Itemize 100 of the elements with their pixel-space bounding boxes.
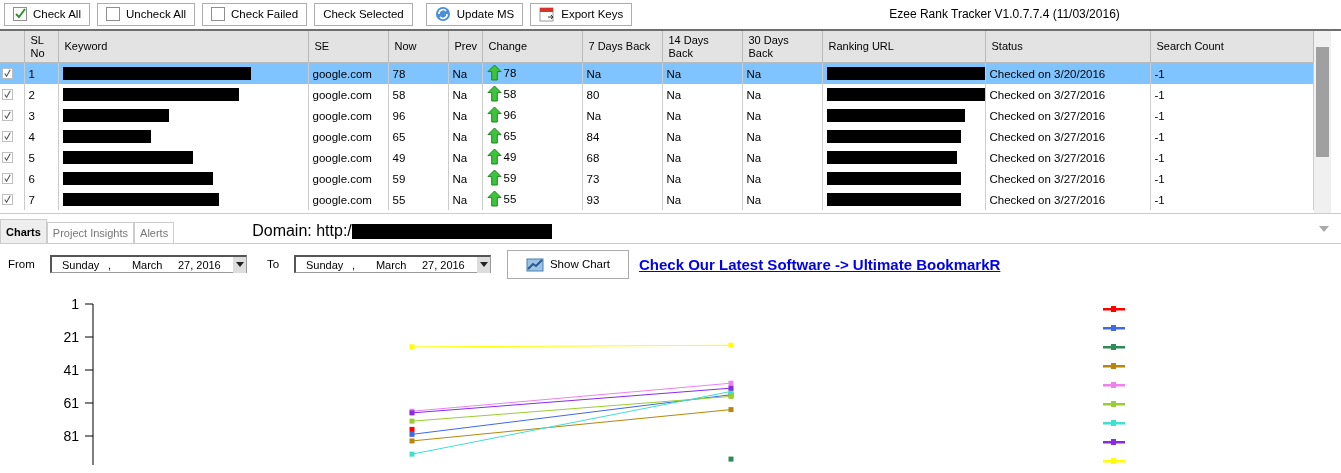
table-cell: google.com <box>312 67 372 80</box>
up-arrow-icon <box>486 64 502 81</box>
column-header[interactable]: Keyword <box>58 31 308 63</box>
table-cell: Na <box>452 67 468 80</box>
dropdown-icon <box>235 262 244 267</box>
column-header[interactable]: 7 Days Back <box>582 31 662 63</box>
checkbox[interactable] <box>2 194 13 205</box>
table-cell: Checked on 3/27/2016 <box>989 88 1106 101</box>
toolbar-button[interactable]: Update MS <box>425 2 524 26</box>
table-cell: Na <box>586 67 602 80</box>
tab[interactable]: Alerts <box>134 222 175 243</box>
tick-label: 41 <box>63 362 79 378</box>
checkbox[interactable] <box>2 110 13 121</box>
table-cell: 3 <box>28 109 35 122</box>
table-cell: Na <box>746 130 762 143</box>
toolbar-button[interactable]: Check Selected <box>314 2 413 26</box>
tab[interactable]: Charts <box>0 219 47 243</box>
table-cell: -1 <box>1154 130 1165 143</box>
column-header[interactable]: Search Count <box>1150 31 1313 63</box>
table-cell: Checked on 3/27/2016 <box>989 109 1106 122</box>
up-arrow-icon <box>486 190 502 207</box>
table-cell: -1 <box>1154 67 1165 80</box>
table-cell: Checked on 3/27/2016 <box>989 130 1106 143</box>
table-cell: Na <box>666 130 682 143</box>
table-cell: 93 <box>586 193 600 206</box>
table-cell: 80 <box>586 88 600 101</box>
column-header[interactable]: Ranking URL <box>822 31 985 63</box>
table-cell: Checked on 3/27/2016 <box>989 193 1106 206</box>
from-label: From <box>8 258 36 270</box>
checkbox[interactable] <box>2 89 13 100</box>
table-cell: google.com <box>312 193 372 206</box>
table-cell: 96 <box>503 108 517 121</box>
table-cell: 49 <box>392 151 406 164</box>
calendar-icon <box>539 6 556 22</box>
checkbox[interactable]: Check All <box>4 2 90 26</box>
column-header[interactable]: 14 Days Back <box>662 31 742 63</box>
column-header[interactable]: 30 Days Back <box>742 31 822 63</box>
table-cell: google.com <box>312 109 372 122</box>
date-picker[interactable]: Sunday , March 27, 2016 <box>50 255 247 273</box>
table-cell: Na <box>746 67 762 80</box>
tick-label: 61 <box>63 395 79 411</box>
tick-label: 81 <box>63 428 79 444</box>
chart-icon <box>525 256 544 272</box>
domain-label: Domain: http:/ <box>252 222 352 241</box>
column-header[interactable]: Status <box>985 31 1150 63</box>
tick-label: 1 <box>71 296 79 312</box>
dropdown-icon <box>479 262 488 267</box>
checkbox[interactable] <box>2 152 13 163</box>
table-cell: Na <box>666 88 682 101</box>
checkbox[interactable] <box>2 131 13 142</box>
table-cell: Na <box>452 109 468 122</box>
column-header[interactable]: SL No <box>24 31 58 63</box>
table-cell: google.com <box>312 151 372 164</box>
column-header[interactable]: Change <box>482 31 582 63</box>
table-cell: google.com <box>312 88 372 101</box>
checkbox[interactable]: Check Failed <box>202 2 308 26</box>
table-cell: -1 <box>1154 172 1165 185</box>
table-cell: 1 <box>28 67 35 80</box>
table-cell: -1 <box>1154 151 1165 164</box>
table-cell: 73 <box>586 172 600 185</box>
table-cell: Na <box>746 193 762 206</box>
promo-link[interactable]: Check Our Latest Software -> Ultimate BookmarkR <box>639 255 1001 273</box>
date-picker[interactable]: Sunday , March 27, 2016 <box>294 255 491 273</box>
column-header[interactable]: SE <box>308 31 388 63</box>
table-cell: Na <box>746 88 762 101</box>
toolbar-button[interactable]: Export Keys <box>530 2 633 26</box>
checkbox[interactable] <box>2 173 13 184</box>
table-cell: Checked on 3/27/2016 <box>989 172 1106 185</box>
tab[interactable]: Project Insights <box>46 222 135 243</box>
table-cell: 5 <box>28 151 35 164</box>
table-cell: 55 <box>503 192 517 205</box>
up-arrow-icon <box>486 106 502 123</box>
refresh-icon <box>434 6 451 22</box>
table-cell: Na <box>452 88 468 101</box>
tick-label: 21 <box>63 329 79 345</box>
table-cell: 6 <box>28 172 35 185</box>
checkbox-icon <box>105 7 120 21</box>
table-cell: 59 <box>503 171 517 184</box>
table-cell: 7 <box>28 193 35 206</box>
table-cell: Na <box>586 109 602 122</box>
scrollbar[interactable] <box>1314 31 1331 213</box>
up-arrow-icon <box>486 169 502 186</box>
table-cell: 65 <box>392 130 406 143</box>
up-arrow-icon <box>486 127 502 144</box>
column-header[interactable]: Prev <box>448 31 482 63</box>
table-cell: Na <box>666 151 682 164</box>
column-header[interactable]: Now <box>388 31 448 63</box>
table-cell: 96 <box>392 109 406 122</box>
table-cell: 59 <box>392 172 406 185</box>
table-cell: google.com <box>312 172 372 185</box>
table-cell: 4 <box>28 130 35 143</box>
table-cell: Na <box>666 193 682 206</box>
checkbox-icon <box>211 7 226 21</box>
table-cell: 78 <box>503 66 517 79</box>
table-cell: 78 <box>392 67 406 80</box>
checkbox[interactable] <box>2 68 13 79</box>
show-chart-button[interactable]: Show Chart <box>507 249 629 279</box>
checkbox[interactable]: Uncheck All <box>96 2 196 26</box>
table-cell: Na <box>746 151 762 164</box>
table-cell: Checked on 3/27/2016 <box>989 151 1106 164</box>
